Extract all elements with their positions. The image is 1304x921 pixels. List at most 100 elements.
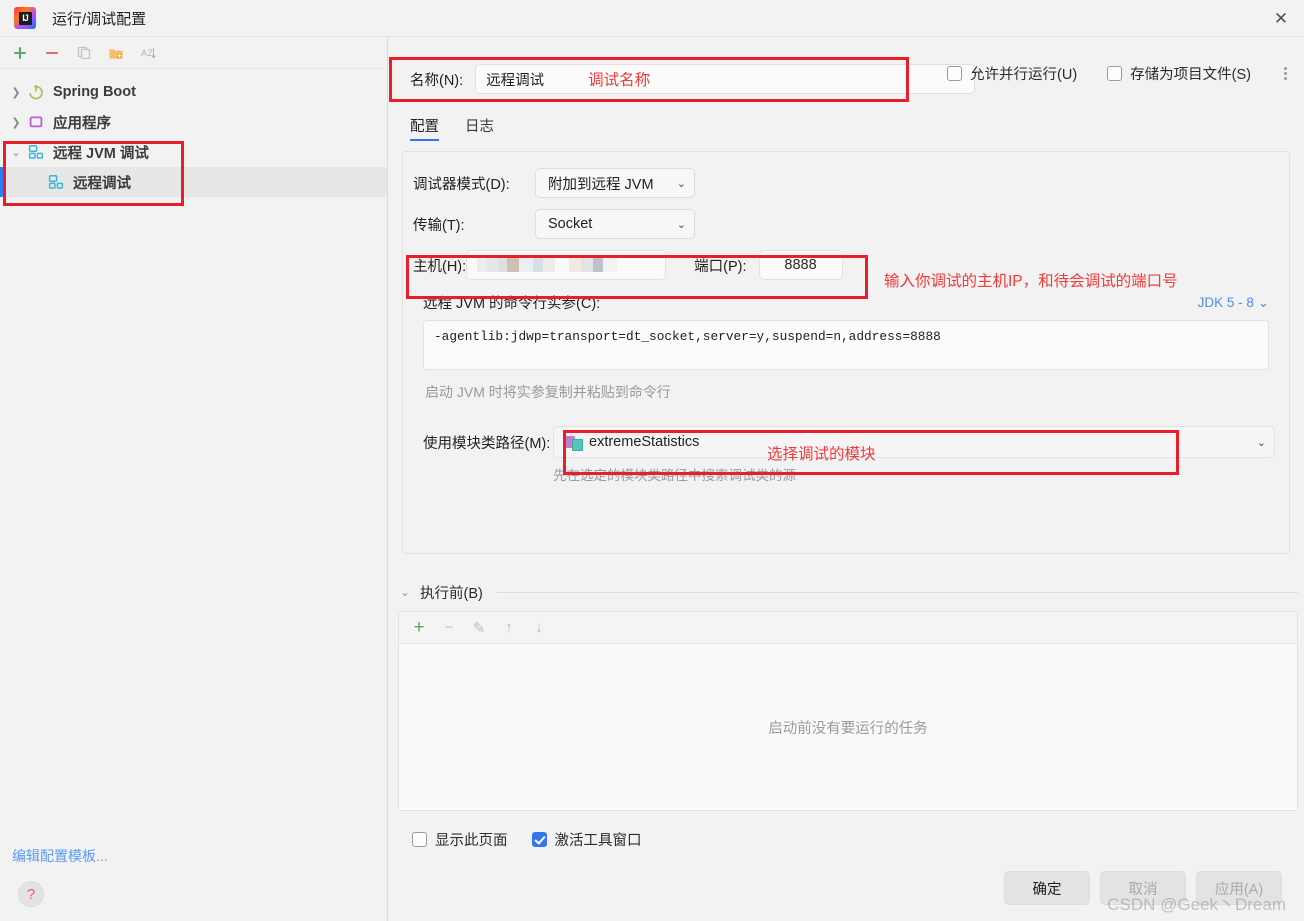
configuration-options: 允许并行运行(U) 存储为项目文件(S) (947, 63, 1290, 84)
checkbox-box (1107, 66, 1123, 81)
tree-item-label: 远程 JVM 调试 (53, 145, 149, 162)
show-this-page-checkbox[interactable]: 显示此页面 (412, 829, 508, 850)
checkbox-box (947, 66, 963, 81)
tab-logs[interactable]: 日志 (465, 115, 494, 141)
command-line-args-textarea[interactable]: -agentlib:jdwp=transport=dt_socket,serve… (423, 320, 1269, 370)
edit-task-button[interactable]: ✎ (467, 616, 491, 640)
transport-select[interactable]: Socket ⌄ (535, 209, 695, 239)
before-launch-toolbar: + − ✎ ↑ ↓ (399, 612, 1297, 644)
tree-item-label: Spring Boot (53, 84, 136, 100)
before-launch-empty-message: 启动前没有要运行的任务 (399, 644, 1297, 810)
more-options-icon[interactable] (1281, 65, 1290, 82)
jdk-version-select[interactable]: JDK 5 - 8 ⌄ (1198, 295, 1269, 311)
spring-boot-icon (26, 84, 46, 100)
tree-item-application[interactable]: ❯ 应用程序 (0, 107, 387, 137)
chevron-down-icon[interactable]: ⌄ (6, 146, 26, 159)
help-icon[interactable]: ? (18, 881, 44, 907)
chevron-right-icon[interactable]: ❯ (6, 116, 26, 129)
move-task-down-button[interactable]: ↓ (527, 616, 551, 640)
apply-button[interactable]: 应用(A) (1196, 871, 1282, 905)
section-divider (496, 592, 1298, 593)
port-input-value: 8888 (784, 257, 817, 273)
before-launch-header[interactable]: ⌄ 执行前(B) (398, 582, 1298, 603)
edit-configuration-templates-link[interactable]: 编辑配置模板... (12, 846, 108, 866)
copy-configuration-button[interactable] (70, 40, 98, 66)
run-debug-configurations-dialog: 运行/调试配置 ✕ (0, 0, 1304, 921)
module-classpath-value: extremeStatistics (589, 434, 700, 450)
configurations-sidebar: A Z ❯ Spring Boot ❯ 应用程序 ⌄ 远程 JVM 调试 远程调… (0, 37, 388, 921)
command-line-args-hint: 启动 JVM 时将实参复制并粘贴到命令行 (425, 384, 671, 400)
configuration-editor: 名称(N): 远程调试 调试名称 允许并行运行(U) 存储为项目文件(S) 配置… (388, 37, 1304, 921)
tree-item-spring-boot[interactable]: ❯ Spring Boot (0, 77, 387, 107)
store-as-project-file-label: 存储为项目文件(S) (1130, 67, 1251, 83)
activate-tool-window-label: 激活工具窗口 (554, 832, 642, 849)
dialog-body: A Z ❯ Spring Boot ❯ 应用程序 ⌄ 远程 JVM 调试 远程调… (0, 37, 1304, 921)
tree-item-label: 远程调试 (73, 175, 131, 192)
module-classpath-label: 使用模块类路径(M): (423, 435, 551, 452)
remote-jvm-debug-icon (46, 174, 66, 190)
close-icon[interactable]: ✕ (1258, 0, 1304, 37)
before-launch-section: ⌄ 执行前(B) + − ✎ ↑ ↓ 启动前没有要运行的任务 (398, 582, 1298, 811)
application-icon (26, 114, 46, 130)
chevron-right-icon[interactable]: ❯ (6, 86, 26, 99)
add-configuration-button[interactable] (6, 40, 34, 66)
tree-item-remote-jvm-debug[interactable]: ⌄ 远程 JVM 调试 (0, 137, 387, 167)
command-line-args-label: 远程 JVM 的命令行实参(C): (423, 296, 601, 312)
host-input[interactable] (466, 250, 667, 280)
store-as-project-file-checkbox[interactable]: 存储为项目文件(S) (1107, 63, 1251, 84)
name-row: 名称(N): 远程调试 调试名称 允许并行运行(U) 存储为项目文件(S) (388, 37, 1304, 99)
chevron-down-icon: ⌄ (676, 177, 686, 190)
annotation-name-note: 调试名称 (588, 72, 651, 89)
command-line-args-header: 远程 JVM 的命令行实参(C): JDK 5 - 8 ⌄ (423, 292, 1275, 313)
show-this-page-label: 显示此页面 (435, 832, 508, 849)
checkbox-box (531, 831, 547, 847)
remove-configuration-button[interactable] (38, 40, 66, 66)
debugger-mode-row: 调试器模式(D): 附加到远程 JVM ⌄ (413, 168, 1275, 198)
chevron-down-icon[interactable]: ⌄ (398, 586, 412, 599)
debugger-mode-select[interactable]: 附加到远程 JVM ⌄ (535, 168, 695, 198)
remote-jvm-debug-icon (26, 144, 46, 160)
host-label: 主机(H): (413, 258, 467, 275)
module-classpath-select[interactable]: extremeStatistics ⌄ (553, 426, 1275, 458)
dialog-buttons: 确定 取消 应用(A) (388, 855, 1304, 921)
name-input[interactable]: 远程调试 调试名称 (475, 64, 976, 94)
chevron-down-icon: ⌄ (1256, 436, 1266, 449)
activate-tool-window-checkbox[interactable]: 激活工具窗口 (531, 829, 642, 850)
host-port-row: 主机(H): 端口(P): 8888 (413, 250, 1275, 280)
new-folder-button[interactable] (102, 40, 130, 66)
name-input-value: 远程调试 (486, 72, 545, 89)
transport-label: 传输(T): (413, 217, 465, 234)
editor-tabs: 配置 日志 (388, 99, 1304, 141)
module-classpath-row: 使用模块类路径(M): extremeStatistics ⌄ (413, 426, 1275, 458)
tab-configuration[interactable]: 配置 (410, 115, 439, 141)
port-input[interactable]: 8888 (758, 250, 843, 280)
module-icon (566, 435, 583, 451)
title-bar: 运行/调试配置 ✕ (0, 0, 1304, 37)
jdk-version-value: JDK 5 - 8 (1197, 294, 1254, 310)
debugger-mode-label: 调试器模式(D): (413, 176, 510, 193)
sidebar-toolbar: A Z (0, 37, 387, 69)
allow-parallel-run-checkbox[interactable]: 允许并行运行(U) (947, 63, 1077, 84)
move-task-up-button[interactable]: ↑ (497, 616, 521, 640)
tree-item-label: 应用程序 (53, 115, 111, 132)
footer-options: 显示此页面 激活工具窗口 (388, 811, 1304, 855)
checkbox-box (412, 831, 427, 847)
allow-parallel-run-label: 允许并行运行(U) (970, 67, 1078, 83)
configuration-content-panel: 调试器模式(D): 附加到远程 JVM ⌄ 传输(T): Socket ⌄ 主机… (402, 151, 1290, 554)
dialog-title: 运行/调试配置 (52, 10, 147, 28)
chevron-down-icon: ⌄ (676, 218, 686, 231)
ok-button[interactable]: 确定 (1004, 871, 1090, 905)
before-launch-label: 执行前(B) (420, 586, 483, 602)
before-launch-panel: + − ✎ ↑ ↓ 启动前没有要运行的任务 (398, 611, 1298, 811)
port-label: 端口(P): (694, 258, 747, 275)
cancel-button[interactable]: 取消 (1100, 871, 1186, 905)
sort-alphabetically-button[interactable]: A Z (134, 40, 162, 66)
transport-value: Socket (548, 216, 593, 232)
intellij-idea-icon (14, 7, 36, 29)
svg-text:A: A (141, 48, 147, 58)
redacted-host-value (477, 258, 618, 272)
remove-task-button[interactable]: − (437, 616, 461, 640)
debugger-mode-value: 附加到远程 JVM (548, 176, 654, 193)
add-task-button[interactable]: + (407, 616, 431, 640)
tree-item-remote-debug[interactable]: 远程调试 (0, 167, 387, 197)
